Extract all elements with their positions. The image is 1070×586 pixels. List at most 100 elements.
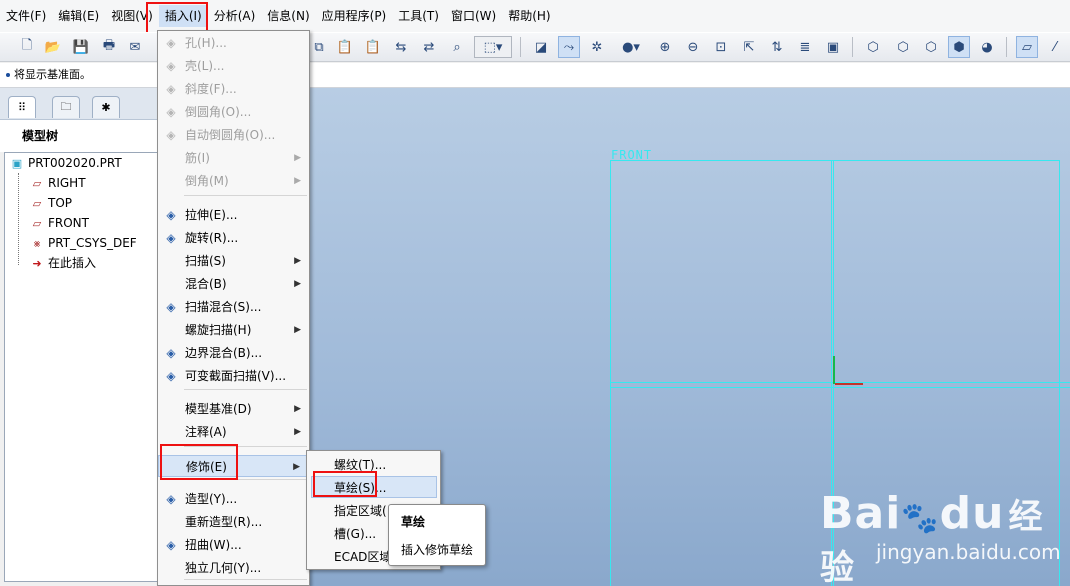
repaint-icon[interactable]: ◪ (530, 36, 552, 58)
menu-view[interactable]: 视图(V) (105, 5, 159, 27)
datum-plane-icon: ▱ (32, 177, 42, 190)
submenu-arrow-icon: ▶ (294, 176, 301, 186)
insert-menu-item-17[interactable]: 修饰(E) ▶ (158, 455, 309, 477)
insert-menu-item-12[interactable]: 螺旋扫描(H) ▶ (158, 319, 309, 341)
insert-menu-item-10[interactable]: 混合(B) ▶ (158, 273, 309, 295)
menu-file[interactable]: 文件(F) (0, 5, 52, 27)
insert-menu-item-21[interactable]: 独立几何(Y)... (158, 557, 309, 579)
wireframe-icon[interactable]: ⬡ (862, 36, 884, 58)
folder-browser-tab-icon[interactable]: 🗀 (52, 96, 80, 118)
appearance-gallery-icon[interactable]: ●▾ (614, 36, 648, 58)
insert-menu-item-label: 可变截面扫描(V)... (185, 369, 287, 383)
model-tree: ▣ PRT002020.PRT ▱ RIGHT ▱ TOP ▱ FRONT ⨳ PRT_C… (4, 152, 158, 582)
datum-plane-icon: ▱ (32, 197, 42, 210)
insert-menu-item-label: 倒圆角(O)... (185, 105, 252, 119)
find-icon[interactable]: ⌕ (446, 36, 468, 58)
menu-insert[interactable]: 插入(I) (158, 5, 208, 27)
csys-x-axis (835, 383, 863, 385)
submenu-thread[interactable]: 螺纹(T)... (307, 454, 440, 476)
menu-window[interactable]: 窗口(W) (445, 5, 502, 27)
submenu-arrow-icon: ▶ (293, 462, 300, 472)
print-icon[interactable]: 🖶 (98, 36, 120, 58)
saved-views-icon[interactable]: ⇅ (766, 36, 788, 58)
insert-menu-item-7[interactable]: ◈ 拉伸(E)... (158, 204, 309, 226)
insert-menu-item-16[interactable]: 注释(A) ▶ (158, 421, 309, 443)
menu-separator (184, 389, 307, 390)
insert-menu-item-15[interactable]: 模型基准(D) ▶ (158, 398, 309, 420)
extrude-icon: ◈ (166, 208, 176, 222)
selection-filter-dropdown[interactable]: ⬚▾ (474, 36, 512, 58)
tree-item-front[interactable]: ▱ FRONT (29, 213, 89, 233)
reorient-icon[interactable]: ⇱ (738, 36, 760, 58)
zoom-in-icon[interactable]: ⊕ (654, 36, 676, 58)
insert-menu-item-6: 倒角(M) ▶ (158, 170, 309, 192)
menu-separator (184, 579, 307, 580)
insert-menu-item-label: 倒角(M) (185, 174, 229, 188)
orient-mode-icon[interactable]: ✲ (586, 36, 608, 58)
draft-icon: ◈ (166, 82, 176, 96)
paste-icon[interactable]: 📋 (334, 36, 356, 58)
insert-menu-item-label: 筋(I) (185, 151, 210, 165)
insert-menu-item-14[interactable]: ◈ 可变截面扫描(V)... (158, 365, 309, 387)
copy-icon[interactable]: ⧉ (308, 36, 330, 58)
menu-edit[interactable]: 编辑(E) (52, 5, 105, 27)
insert-menu-item-1: ◈ 壳(L)... (158, 55, 309, 77)
insert-menu-item-label: 扫描(S) (185, 254, 226, 268)
menu-analysis[interactable]: 分析(A) (208, 5, 262, 27)
menu-info[interactable]: 信息(N) (261, 5, 315, 27)
insert-menu-item-8[interactable]: ◈ 旋转(R)... (158, 227, 309, 249)
open-folder-icon[interactable]: 📂 (42, 36, 64, 58)
toolbar-separator (520, 37, 521, 57)
hidden-line-icon[interactable]: ⬡ (892, 36, 914, 58)
zoom-out-icon[interactable]: ⊖ (682, 36, 704, 58)
model-tree-tab-icon[interactable]: ⠿ (8, 96, 36, 118)
favorites-tab-icon[interactable]: ✱ (92, 96, 120, 118)
insert-menu-item-label: 独立几何(Y)... (185, 561, 262, 575)
insert-menu-item-label: 螺旋扫描(H) (185, 323, 252, 337)
regen-manager-icon[interactable]: ⇄ (418, 36, 440, 58)
paw-icon: 🐾 (901, 501, 940, 536)
refit-icon[interactable]: ⊡ (710, 36, 732, 58)
insert-menu-item-9[interactable]: 扫描(S) ▶ (158, 250, 309, 272)
insert-menu-item-20[interactable]: ◈ 扭曲(W)... (158, 534, 309, 556)
swept-blend-icon: ◈ (166, 300, 176, 314)
insert-menu-item-5: 筋(I) ▶ (158, 147, 309, 169)
menu-applications[interactable]: 应用程序(P) (316, 5, 393, 27)
shading-icon[interactable]: ⬢ (948, 36, 970, 58)
menu-help[interactable]: 帮助(H) (502, 5, 556, 27)
save-icon[interactable]: 💾 (70, 36, 92, 58)
insert-menu-item-18[interactable]: ◈ 造型(Y)... (158, 488, 309, 510)
tree-item-csys[interactable]: ⨳ PRT_CSYS_DEF (29, 233, 137, 253)
tree-root[interactable]: ▣ PRT002020.PRT (9, 153, 122, 173)
regenerate-icon[interactable]: ⇆ (390, 36, 412, 58)
spin-center-icon[interactable]: ⤳ (558, 36, 580, 58)
insert-menu-item-13[interactable]: ◈ 边界混合(B)... (158, 342, 309, 364)
insert-menu-item-19[interactable]: 重新造型(R)... (158, 511, 309, 533)
menu-tools[interactable]: 工具(T) (392, 5, 445, 27)
no-hidden-icon[interactable]: ⬡ (920, 36, 942, 58)
send-mail-icon[interactable]: ✉ (124, 36, 146, 58)
tree-item-top[interactable]: ▱ TOP (29, 193, 72, 213)
insert-menu-item-label: 扫描混合(S)... (185, 300, 262, 314)
layers-icon[interactable]: ≣ (794, 36, 816, 58)
datum-axis-display-icon[interactable]: ⁄ (1044, 36, 1066, 58)
style-icon: ◈ (166, 492, 176, 506)
tree-item-insert-here[interactable]: ➜ 在此插入 (29, 253, 96, 273)
insert-menu-item-label: 注释(A) (185, 425, 227, 439)
paste-special-icon[interactable]: 📋 (362, 36, 384, 58)
new-file-icon[interactable]: 🗋 (16, 36, 38, 58)
enhanced-realism-icon[interactable]: ◕ (976, 36, 998, 58)
insert-menu-item-11[interactable]: ◈ 扫描混合(S)... (158, 296, 309, 318)
menu-bar: 文件(F) 编辑(E) 视图(V) 插入(I) 分析(A) 信息(N) 应用程序… (0, 0, 1070, 32)
view-manager-icon[interactable]: ▣ (822, 36, 844, 58)
submenu-sketch[interactable]: 草绘(S)... (311, 476, 437, 498)
insert-menu-item-label: 自动倒圆角(O)... (185, 128, 276, 142)
message-bullet-icon (6, 73, 10, 77)
insert-menu-item-label: 旋转(R)... (185, 231, 239, 245)
tree-item-right[interactable]: ▱ RIGHT (29, 173, 86, 193)
submenu-arrow-icon: ▶ (294, 153, 301, 163)
datum-plane-display-icon[interactable]: ▱ (1016, 36, 1038, 58)
revolve-icon: ◈ (166, 231, 176, 245)
insert-menu-item-label: 修饰(E) (186, 460, 227, 474)
toolbar-separator (1006, 37, 1007, 57)
